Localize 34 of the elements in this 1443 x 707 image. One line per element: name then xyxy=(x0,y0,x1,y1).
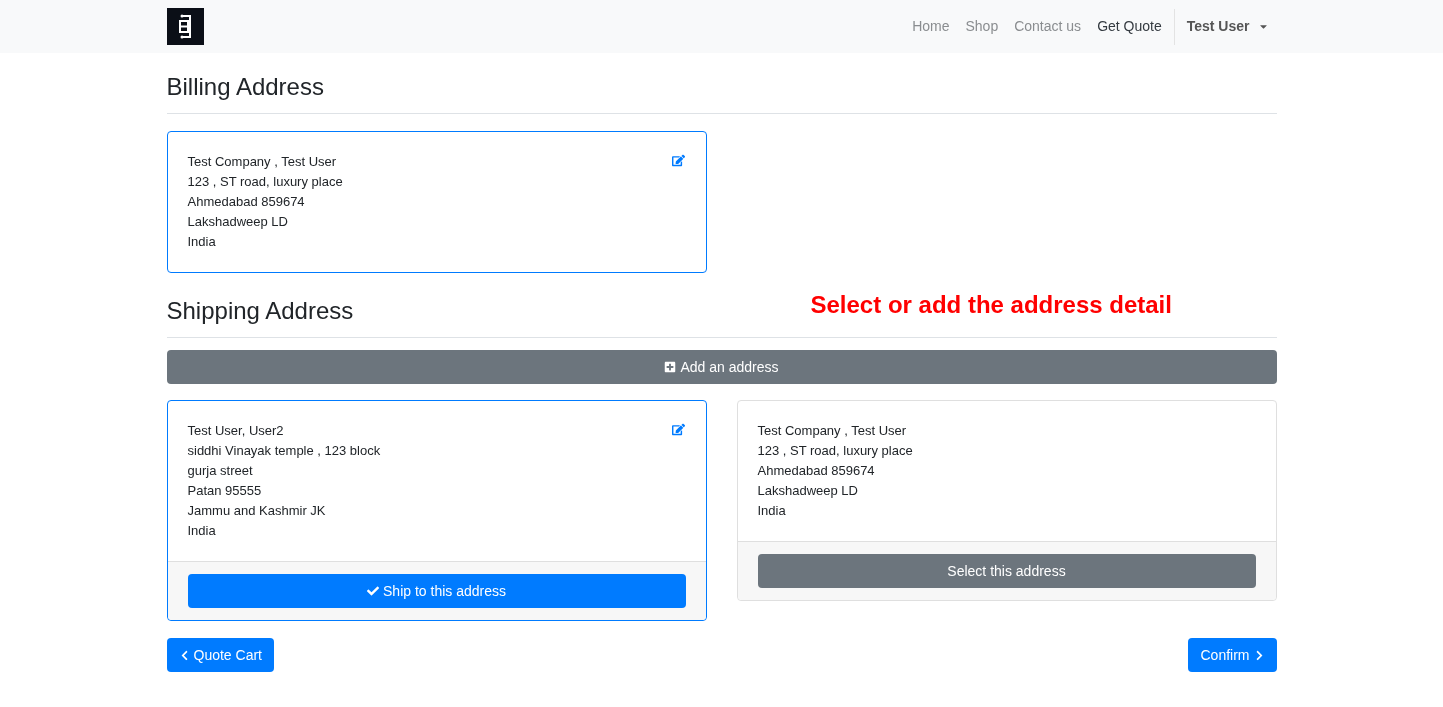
add-address-button[interactable]: Add an address xyxy=(166,350,1277,384)
select-button[interactable]: Select this address xyxy=(757,554,1256,588)
nav-link[interactable]: Contact us xyxy=(1006,16,1090,37)
address-line: Lakshadweep LD xyxy=(187,213,288,231)
section-title: Billing Address xyxy=(166,72,325,102)
address-line: Patan 95555 xyxy=(187,482,262,500)
edit-icon[interactable] xyxy=(671,154,685,167)
address-line: siddhi Vinayak temple , 123 block xyxy=(187,442,381,460)
address-line: India xyxy=(187,522,216,540)
address-line: India xyxy=(757,502,786,520)
back-button[interactable]: Quote Cart xyxy=(166,638,274,672)
confirm-button[interactable]: Confirm xyxy=(1188,638,1277,672)
nav-link[interactable]: Get Quote xyxy=(1089,16,1170,37)
section-title: Shipping Address xyxy=(166,296,355,326)
plus-icon xyxy=(664,361,677,373)
address-line: gurja street xyxy=(187,462,253,480)
address-line: Test Company , Test User xyxy=(187,153,337,171)
nav-link[interactable]: Shop xyxy=(957,16,1007,37)
address-line: Ahmedabad 859674 xyxy=(757,462,875,480)
logo-icon xyxy=(166,8,204,45)
address-line: Ahmedabad 859674 xyxy=(187,193,305,211)
edit-icon[interactable] xyxy=(671,423,685,436)
address-line: Test User, User2 xyxy=(187,422,284,440)
address-line: Jammu and Kashmir JK xyxy=(187,502,326,520)
address-line: 123 , ST road, luxury place xyxy=(757,442,913,460)
annotation-text: Select or add the address detail xyxy=(810,290,1172,320)
user-menu[interactable]: Test User xyxy=(1178,16,1277,37)
address-line: 123 , ST road, luxury place xyxy=(187,173,343,191)
check-icon xyxy=(367,585,379,597)
nav-link[interactable]: Home xyxy=(904,16,958,37)
address-line: India xyxy=(187,233,216,251)
address-line: Lakshadweep LD xyxy=(757,482,858,500)
address-line: Test Company , Test User xyxy=(757,422,907,440)
ship-button[interactable]: Ship to this address xyxy=(187,574,686,608)
